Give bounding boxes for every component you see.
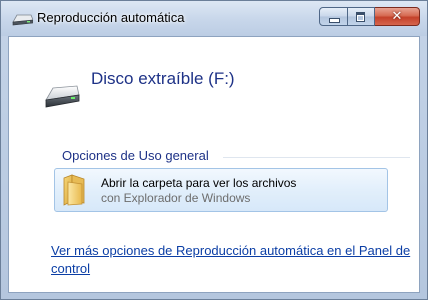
option-subtitle: con Explorador de Windows	[101, 191, 251, 205]
removable-drive-icon	[45, 85, 80, 108]
open-folder-option[interactable]: Abrir la carpeta para ver los archivos c…	[54, 168, 388, 212]
maximize-icon	[356, 12, 365, 22]
device-title: Disco extraíble (F:)	[91, 69, 235, 88]
title-bar[interactable]: Reproducción automática ✕	[1, 1, 427, 36]
autoplay-window: Reproducción automática ✕ Disco extraíbl…	[0, 0, 428, 300]
more-autoplay-options-link[interactable]: Ver más opciones de Reproducción automát…	[51, 242, 421, 278]
window-title: Reproducción automática	[37, 10, 185, 25]
folder-icon	[63, 174, 85, 206]
drive-icon	[12, 14, 33, 26]
caption-buttons: ✕	[319, 7, 420, 26]
close-button[interactable]: ✕	[375, 7, 420, 26]
option-title: Abrir la carpeta para ver los archivos	[101, 176, 297, 190]
minimize-icon	[329, 18, 340, 23]
close-icon: ✕	[391, 9, 403, 24]
dialog-content: Disco extraíble (F:) Opciones de Uso gen…	[8, 36, 420, 293]
section-divider	[223, 157, 410, 158]
general-options-label: Opciones de Uso general	[62, 148, 209, 163]
maximize-button[interactable]	[348, 7, 375, 26]
minimize-button[interactable]	[319, 7, 348, 26]
